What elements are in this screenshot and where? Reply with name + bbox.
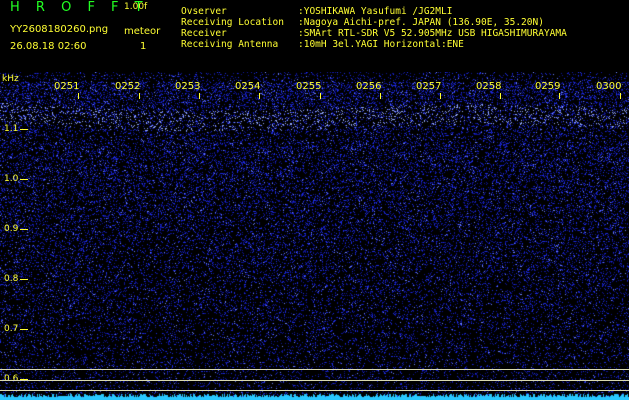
y-tick [20, 329, 28, 330]
time-label-0253: 0253 [175, 81, 201, 92]
y-label-1-0: 1.0 [4, 174, 19, 184]
y-label-0-6: 0.6 [4, 374, 19, 384]
info-value: :10mH 3el.YAGI Horizontal:ENE [298, 39, 464, 50]
time-tick [559, 93, 560, 99]
spectrogram-canvas [0, 72, 629, 400]
y-label-0-8: 0.8 [4, 274, 19, 284]
time-tick [139, 93, 140, 99]
y-label-1-1: 1.1 [4, 124, 19, 134]
info-key: Receiving Antenna [181, 39, 279, 50]
time-label-0300: 0300 [596, 81, 622, 92]
time-tick [440, 93, 441, 99]
station-info: Ovserver :YOSHIKAWA Yasufumi /JG2MLI Rece… [181, 6, 567, 50]
time-label-0257: 0257 [416, 81, 442, 92]
time-tick [380, 93, 381, 99]
y-label-0-9: 0.9 [4, 224, 19, 234]
time-tick [199, 93, 200, 99]
reference-line [0, 369, 629, 370]
reference-line [0, 380, 629, 381]
info-row-antenna: Receiving Antenna :10mH 3el.YAGI Horizont… [181, 39, 567, 50]
info-row-location: Receiving Location :Nagoya Aichi-pref. JA… [181, 17, 567, 28]
time-label-0256: 0256 [356, 81, 382, 92]
y-axis-unit: kHz [2, 74, 19, 84]
file-name: YY2608180260.png [10, 24, 109, 35]
time-tick [500, 93, 501, 99]
spectrogram [0, 72, 629, 400]
y-tick [20, 129, 28, 130]
info-value: :SMArt RTL-SDR V5 52.905MHz USB HIGASHIM… [298, 28, 567, 39]
info-row-observer: Ovserver :YOSHIKAWA Yasufumi /JG2MLI [181, 6, 567, 17]
info-key: Receiving Location [181, 17, 284, 28]
info-key: Receiver [181, 28, 227, 39]
info-row-receiver: Receiver :SMArt RTL-SDR V5 52.905MHz USB … [181, 28, 567, 39]
time-label-0251: 0251 [54, 81, 80, 92]
info-value: :Nagoya Aichi-pref. JAPAN (136.90E, 35.2… [298, 17, 544, 28]
y-tick [20, 179, 28, 180]
info-key: Ovserver [181, 6, 227, 17]
meteor-label: meteor [124, 26, 161, 37]
time-tick [620, 93, 621, 99]
time-label-0252: 0252 [115, 81, 141, 92]
time-tick [320, 93, 321, 99]
time-label-0254: 0254 [235, 81, 261, 92]
app-version: 1.00f [124, 2, 148, 12]
time-tick [78, 93, 79, 99]
meteor-count: 1 [140, 41, 147, 52]
reference-line [0, 390, 629, 391]
y-label-0-7: 0.7 [4, 324, 19, 334]
time-label-0259: 0259 [535, 81, 561, 92]
time-label-0258: 0258 [476, 81, 502, 92]
info-value: :YOSHIKAWA Yasufumi /JG2MLI [298, 6, 453, 17]
time-tick [259, 93, 260, 99]
y-tick [20, 229, 28, 230]
datetime: 26.08.18 02:60 [10, 41, 87, 52]
time-label-0255: 0255 [296, 81, 322, 92]
y-tick [20, 279, 28, 280]
